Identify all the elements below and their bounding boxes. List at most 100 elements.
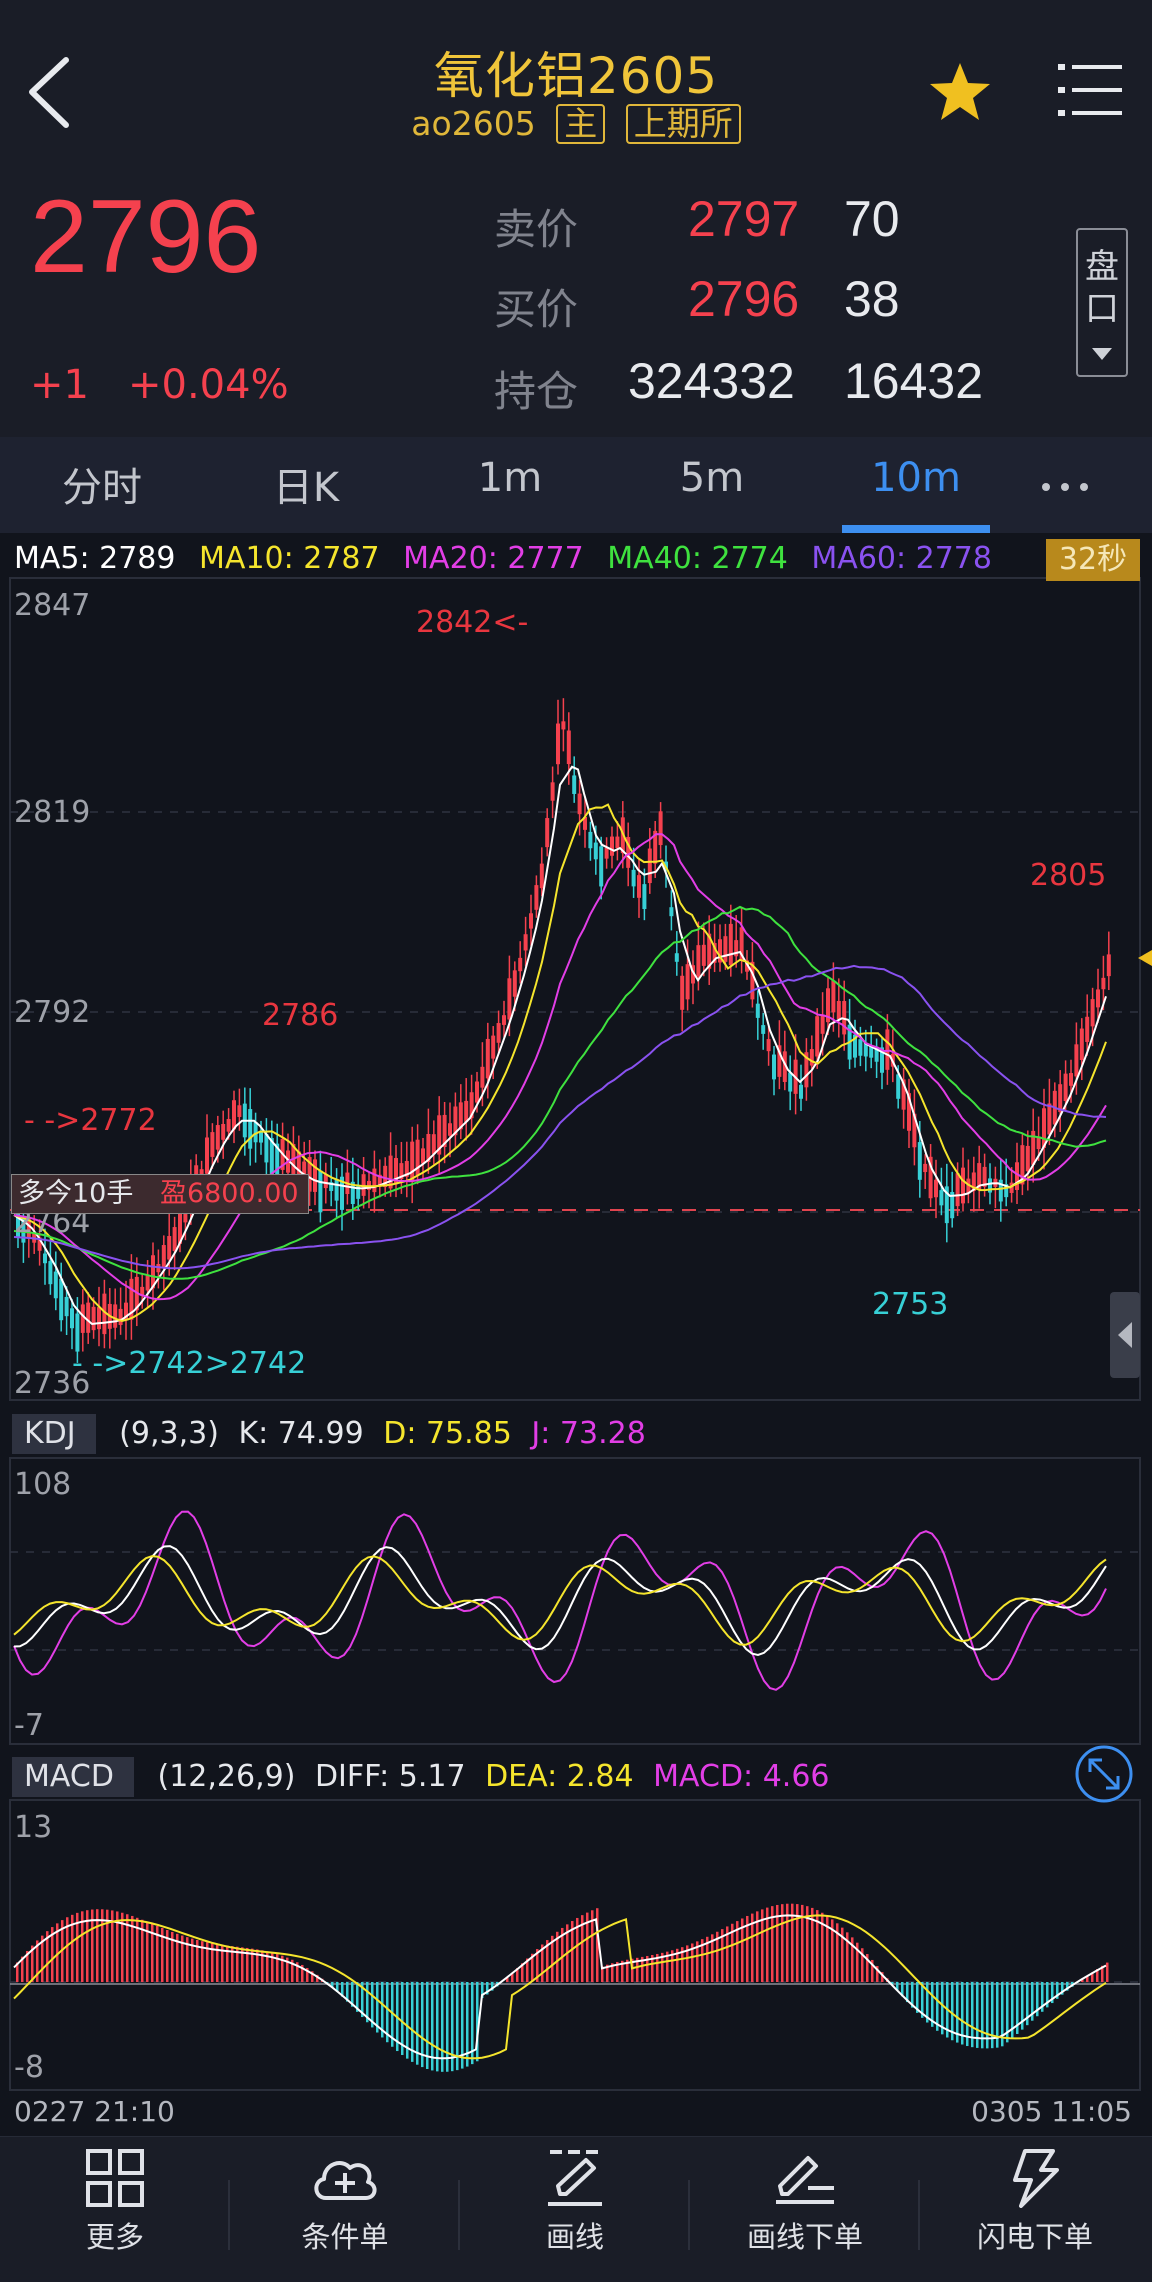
position-info[interactable]: 多今10手 盈6800.00 [11, 1174, 309, 1214]
candle-body [588, 832, 592, 848]
candle-body [491, 1036, 495, 1059]
candle-body [524, 934, 528, 950]
level-annotation-2772: - ->2772 [24, 1103, 157, 1138]
candle-body [146, 1275, 150, 1290]
open-interest: 324332 [628, 352, 795, 410]
candle-body [659, 811, 663, 845]
candle-body [313, 1159, 317, 1192]
draw-line-order-button[interactable]: 画线下单 [690, 2148, 920, 2256]
candle-body [237, 1105, 241, 1117]
ask-volume: 70 [844, 190, 900, 248]
candle-body [578, 794, 582, 815]
kdj-params: (9,3,3) [119, 1416, 219, 1451]
flash-order-button[interactable]: 闪电下单 [920, 2148, 1150, 2256]
candle-body [59, 1279, 63, 1321]
open-interest-change: 16432 [844, 352, 983, 410]
kdj-indicator-selector[interactable]: KDJ [12, 1414, 96, 1454]
candle-body [756, 1004, 760, 1018]
bid-price: 2796 [688, 270, 799, 328]
price-change: +1 [30, 362, 89, 408]
tab-1m[interactable]: 1m [430, 455, 590, 501]
candle-body [885, 1029, 889, 1069]
candle-body [605, 848, 609, 859]
kdj-d-value: D: 75.85 [383, 1416, 512, 1451]
draw-line-order-label: 画线下单 [690, 2214, 920, 2256]
candle-body [1096, 989, 1100, 1007]
ask-price: 2797 [688, 190, 799, 248]
cloud-plus-icon [310, 2148, 380, 2208]
candle-body [48, 1261, 52, 1284]
ma20-value: MA20: 2777 [403, 541, 584, 576]
macd-params: (12,26,9) [157, 1759, 295, 1794]
condition-order-label: 条件单 [230, 2214, 460, 2256]
candle-body [221, 1124, 225, 1140]
candle-body [264, 1134, 268, 1162]
ask-label: 卖价 [494, 196, 578, 257]
candle-body [335, 1179, 339, 1200]
candle-body [669, 907, 673, 916]
candle-body [599, 846, 603, 886]
macd-legend: MACD (12,26,9) DIFF: 5.17 DEA: 2.84 MACD… [12, 1757, 830, 1797]
macd-indicator-selector[interactable]: MACD [12, 1757, 134, 1797]
candle-body [1107, 954, 1111, 976]
candle-body [480, 1067, 484, 1088]
ma-legend: MA5: 2789 MA10: 2787 MA20: 2777 MA40: 27… [14, 541, 1006, 576]
candle-body [567, 731, 571, 765]
open-interest-label: 持仓 [494, 358, 578, 419]
candle-body [545, 818, 549, 847]
macd-diff-value: DIFF: 5.17 [315, 1759, 466, 1794]
ma5-value: MA5: 2789 [14, 541, 175, 576]
time-axis-end: 0305 11:05 [971, 2095, 1132, 2128]
peak-annotation-2805: 2805 [1030, 858, 1106, 893]
candle-body [324, 1174, 328, 1188]
candle-body [92, 1307, 96, 1330]
candle-body [723, 936, 727, 962]
candle-body [167, 1236, 171, 1260]
tab-10m[interactable]: 10m [836, 455, 996, 501]
tab-daily-k[interactable]: 日K [226, 455, 386, 513]
time-axis-start: 0227 21:10 [14, 2095, 175, 2128]
candle-body [1074, 1044, 1078, 1076]
candle-body [232, 1100, 236, 1129]
candle-body [788, 1072, 792, 1091]
chart-canvas[interactable] [0, 533, 1152, 2133]
order-book-toggle[interactable]: 盘 口 [1076, 228, 1128, 377]
candle-body [432, 1134, 436, 1154]
candle-body [815, 1016, 819, 1056]
candle-body [518, 958, 522, 971]
candle-body [448, 1123, 452, 1135]
candle-body [534, 885, 538, 910]
more-button[interactable]: 更多 [0, 2148, 230, 2256]
candle-body [81, 1304, 85, 1333]
kdj-k-value: K: 74.99 [238, 1416, 363, 1451]
ma-line-3 [14, 907, 1106, 1279]
caret-down-icon [1092, 348, 1112, 362]
candle-body [421, 1148, 425, 1163]
tab-timeshare[interactable]: 分时 [22, 455, 182, 513]
tab-5m[interactable]: 5m [632, 455, 792, 501]
candle-body [1064, 1074, 1068, 1101]
peak-annotation-2786: 2786 [262, 998, 338, 1033]
position-text: 多今10手 [18, 1178, 133, 1209]
candle-body [486, 1039, 490, 1078]
kdj-y-bottom: -7 [14, 1708, 44, 1743]
candle-body [837, 1001, 841, 1019]
condition-order-button[interactable]: 条件单 [230, 2148, 460, 2256]
candle-body [551, 782, 555, 800]
candle-body [1080, 1029, 1084, 1061]
more-periods-icon[interactable] [1040, 481, 1090, 493]
candle-body [248, 1109, 252, 1149]
kdj-j-value: J: 73.28 [531, 1416, 645, 1451]
menu-list-icon[interactable] [1058, 62, 1122, 118]
candle-body [216, 1125, 220, 1150]
last-price: 2796 [30, 178, 261, 297]
candle-body [675, 953, 679, 962]
candle-body [637, 875, 641, 898]
candle-body [205, 1137, 209, 1173]
favorite-star-icon[interactable] [928, 60, 992, 124]
candle-body [939, 1190, 943, 1205]
macd-histogram-bar [1106, 1963, 1109, 1982]
candle-body [956, 1173, 960, 1206]
fullscreen-icon[interactable] [1077, 1747, 1131, 1801]
draw-line-button[interactable]: 画线 [460, 2148, 690, 2256]
